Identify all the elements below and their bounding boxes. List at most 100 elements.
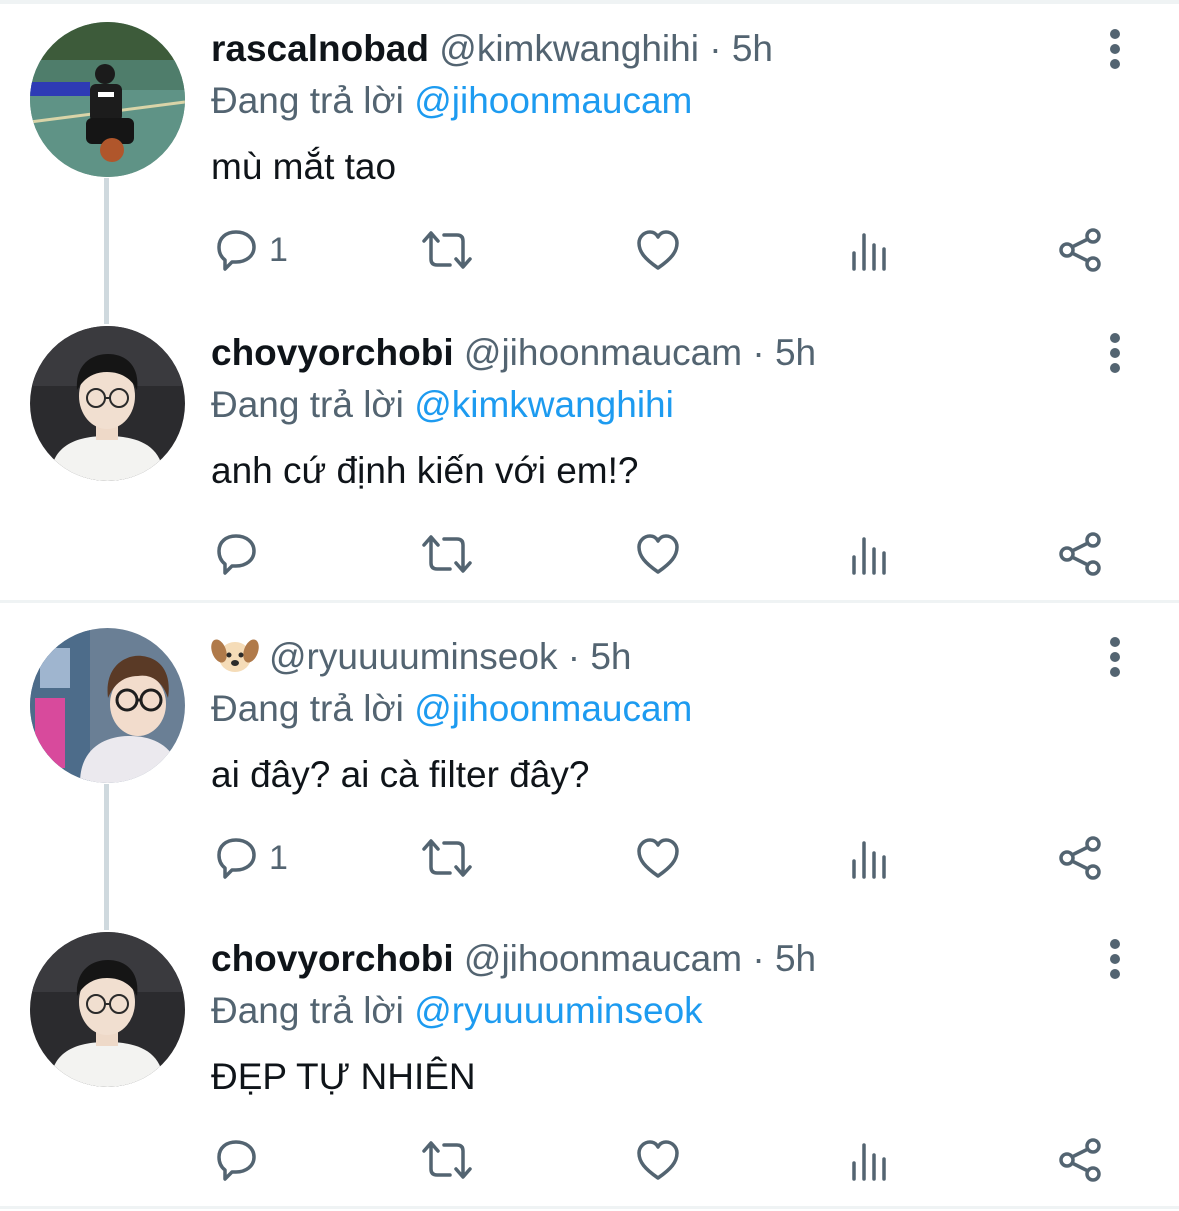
- tweet[interactable]: chovyorchobi @jihoonmaucam · 5h Đang trả…: [0, 300, 1179, 600]
- like-button[interactable]: [635, 220, 681, 280]
- tweet-text: ĐẸP TỰ NHIÊN: [211, 1056, 476, 1097]
- retweet-button[interactable]: [420, 828, 474, 888]
- more-options-button[interactable]: [1098, 24, 1132, 74]
- avatar-glasses-white-shirt-icon: [30, 932, 185, 1087]
- reply-icon: [217, 230, 256, 271]
- reply-context: Đang trả lời @ryuuuuminseok: [211, 986, 703, 1036]
- reply-button[interactable]: 1: [213, 828, 288, 888]
- retweet-button[interactable]: [420, 220, 474, 280]
- tweet-actions: [205, 524, 1125, 584]
- user-handle[interactable]: @jihoonmaucam: [464, 938, 742, 979]
- reply-mention-link[interactable]: @ryuuuuminseok: [414, 990, 702, 1031]
- retweet-icon: [422, 231, 472, 269]
- more-icon: [1110, 637, 1120, 677]
- views-button[interactable]: [849, 524, 889, 584]
- like-icon: [637, 838, 679, 878]
- timestamp[interactable]: 5h: [775, 332, 816, 373]
- reply-context: Đang trả lời @jihoonmaucam: [211, 684, 692, 734]
- retweet-icon: [422, 535, 472, 573]
- tweet[interactable]: chovyorchobi @jihoonmaucam · 5h Đang trả…: [0, 906, 1179, 1206]
- reply-button[interactable]: 1: [213, 220, 288, 280]
- user-handle[interactable]: @kimkwanghihi: [439, 28, 699, 69]
- share-icon: [1059, 836, 1101, 880]
- reply-count: 1: [269, 230, 288, 269]
- reply-icon: [217, 534, 256, 575]
- retweet-button[interactable]: [420, 524, 474, 584]
- separator-dot: ·: [752, 938, 765, 979]
- separator-dot: ·: [567, 636, 581, 677]
- tweet-header: rascalnobad @kimkwanghihi · 5h: [211, 24, 773, 74]
- tweet-header: chovyorchobi @jihoonmaucam · 5h: [211, 934, 816, 984]
- dog-face-emoji-icon[interactable]: [211, 635, 259, 675]
- reply-mention-link[interactable]: @jihoonmaucam: [414, 80, 692, 121]
- more-icon: [1110, 29, 1120, 69]
- tweet[interactable]: rascalnobad @kimkwanghihi · 5h Đang trả …: [0, 0, 1179, 300]
- like-button[interactable]: [635, 1130, 681, 1190]
- more-options-button[interactable]: [1098, 632, 1132, 682]
- views-icon: [852, 841, 886, 879]
- reply-context: Đang trả lời @kimkwanghihi: [211, 380, 674, 430]
- avatar[interactable]: [30, 932, 185, 1087]
- reply-button[interactable]: [213, 524, 269, 584]
- retweet-button[interactable]: [420, 1130, 474, 1190]
- tweet-actions: 1: [205, 828, 1125, 888]
- timestamp[interactable]: 5h: [775, 938, 816, 979]
- share-icon: [1059, 1138, 1101, 1182]
- more-options-button[interactable]: [1098, 328, 1132, 378]
- retweet-icon: [422, 839, 472, 877]
- user-handle[interactable]: @jihoonmaucam: [464, 332, 742, 373]
- timestamp[interactable]: 5h: [590, 636, 631, 677]
- views-button[interactable]: [849, 1130, 889, 1190]
- like-icon: [637, 534, 679, 574]
- views-icon: [852, 233, 886, 271]
- reply-icon: [217, 1140, 256, 1181]
- tweet-actions: [205, 1130, 1125, 1190]
- display-name[interactable]: chovyorchobi: [211, 938, 454, 979]
- tweet[interactable]: @ryuuuuminseok · 5h Đang trả lời @jihoon…: [0, 604, 1179, 904]
- views-button[interactable]: [849, 828, 889, 888]
- reply-mention-link[interactable]: @jihoonmaucam: [414, 688, 692, 729]
- reply-context: Đang trả lời @jihoonmaucam: [211, 76, 692, 126]
- reply-count: 1: [269, 838, 288, 877]
- share-button[interactable]: [1057, 1130, 1105, 1190]
- tweet-text: mù mắt tao: [211, 146, 397, 187]
- conversation-divider: [0, 600, 1179, 603]
- like-icon: [637, 1140, 679, 1180]
- separator-dot: ·: [752, 332, 765, 373]
- reply-button[interactable]: [213, 1130, 269, 1190]
- share-button[interactable]: [1057, 220, 1105, 280]
- avatar-glasses-white-shirt-icon: [30, 326, 185, 481]
- separator-dot: ·: [709, 28, 722, 69]
- tweet-text: ai đây? ai cà filter đây?: [211, 754, 590, 795]
- views-icon: [852, 537, 886, 575]
- reply-mention-link[interactable]: @kimkwanghihi: [414, 384, 674, 425]
- user-handle[interactable]: @ryuuuuminseok: [269, 636, 557, 677]
- reply-icon: [217, 838, 256, 879]
- reply-prefix: Đang trả lời: [211, 990, 404, 1031]
- like-button[interactable]: [635, 524, 681, 584]
- bottom-divider: [0, 1206, 1179, 1209]
- avatar[interactable]: [30, 326, 185, 481]
- reply-prefix: Đang trả lời: [211, 384, 404, 425]
- display-name[interactable]: chovyorchobi: [211, 332, 454, 373]
- timestamp[interactable]: 5h: [732, 28, 773, 69]
- share-icon: [1059, 228, 1101, 272]
- more-icon: [1110, 939, 1120, 979]
- avatar[interactable]: [30, 628, 185, 783]
- share-button[interactable]: [1057, 524, 1105, 584]
- display-name[interactable]: rascalnobad: [211, 28, 429, 69]
- like-button[interactable]: [635, 828, 681, 888]
- views-icon: [852, 1143, 886, 1181]
- avatar[interactable]: [30, 22, 185, 177]
- tweet-actions: 1: [205, 220, 1125, 280]
- reply-prefix: Đang trả lời: [211, 80, 404, 121]
- share-button[interactable]: [1057, 828, 1105, 888]
- avatar-glasses-hoodie-icon: [30, 628, 185, 783]
- reply-prefix: Đang trả lời: [211, 688, 404, 729]
- tweet-header: @ryuuuuminseok · 5h: [211, 632, 632, 682]
- share-icon: [1059, 532, 1101, 576]
- more-options-button[interactable]: [1098, 934, 1132, 984]
- tweet-text: anh cứ định kiến với em!?: [211, 450, 639, 491]
- avatar-basketball-court-icon: [30, 22, 185, 177]
- views-button[interactable]: [849, 220, 889, 280]
